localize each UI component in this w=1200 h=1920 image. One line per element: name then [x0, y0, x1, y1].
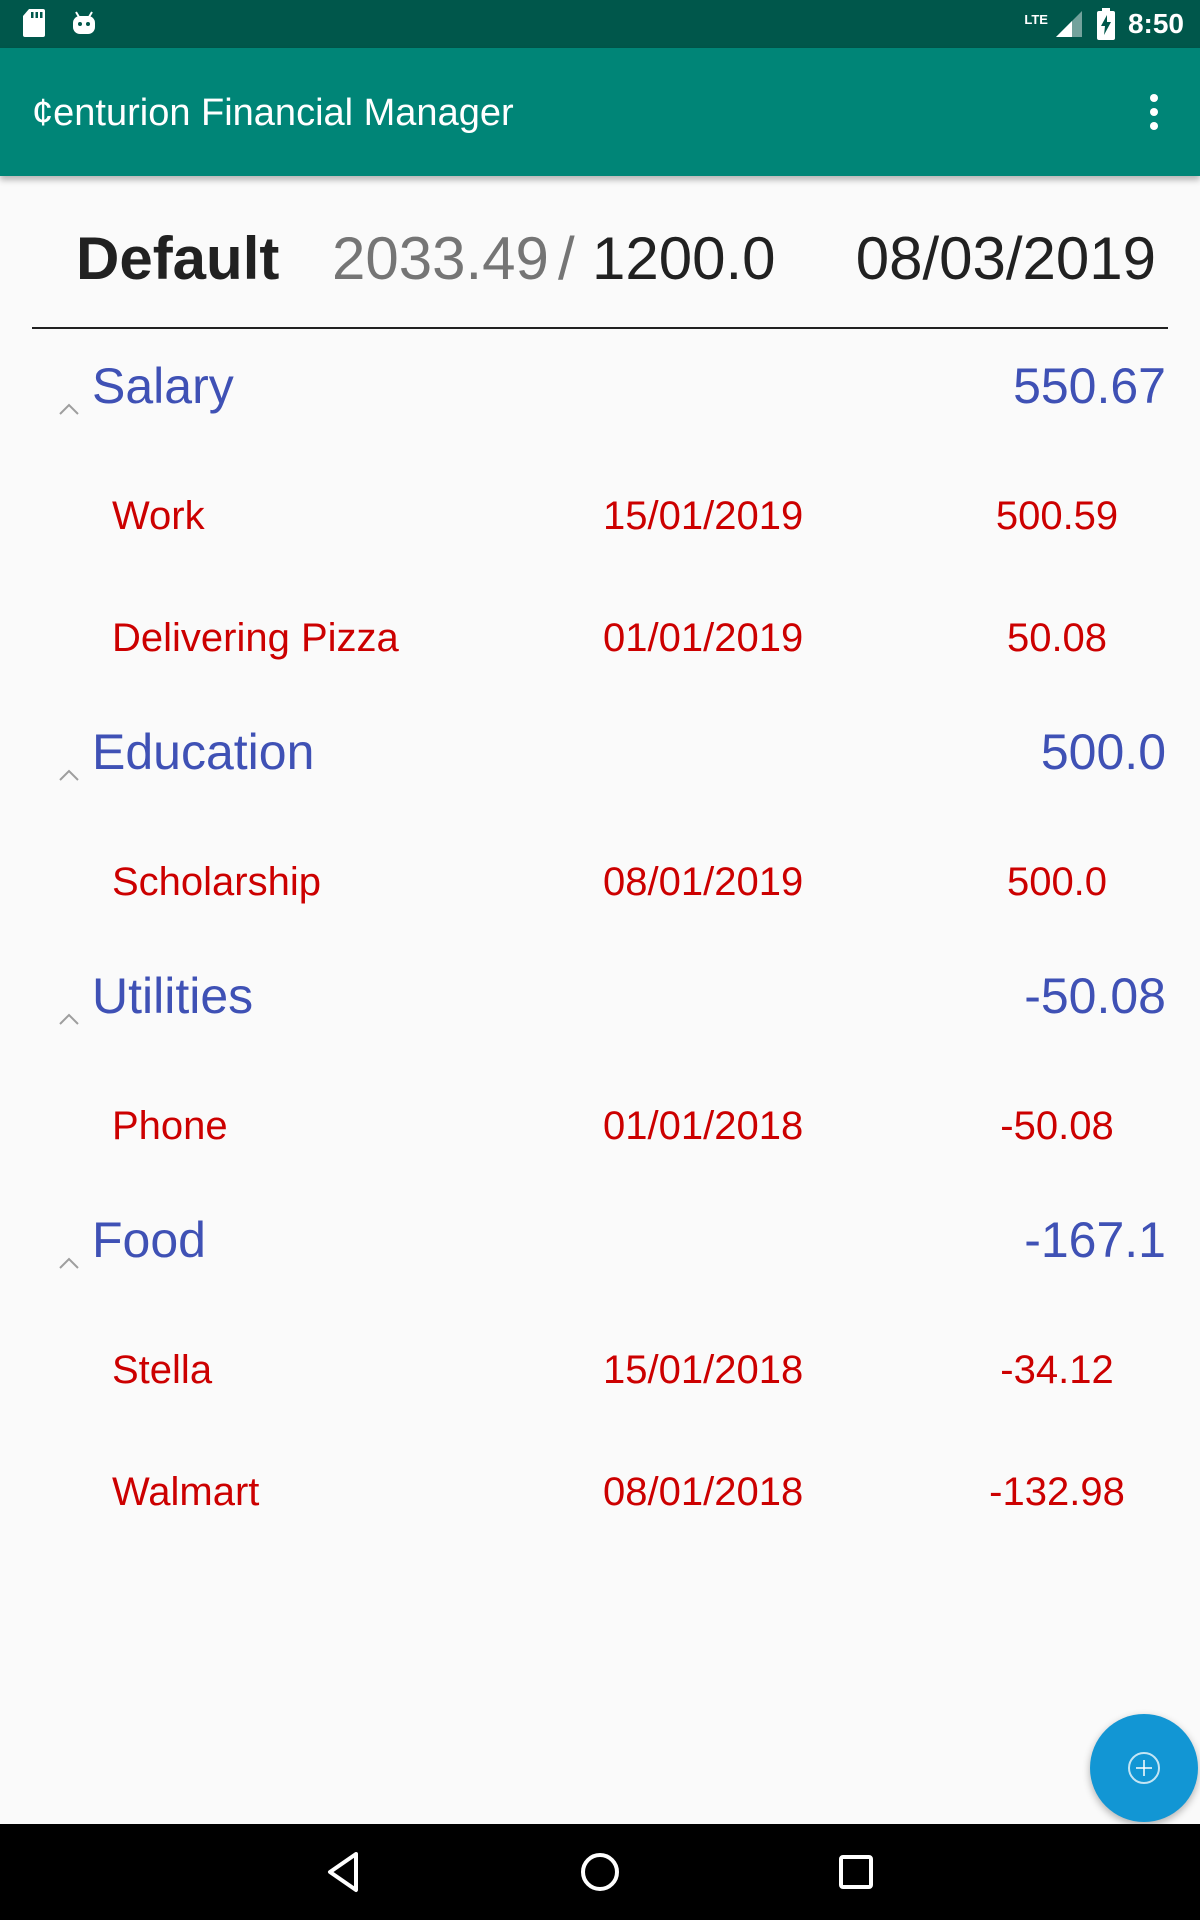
more-vert-icon[interactable] — [1148, 94, 1160, 130]
current-date[interactable]: 08/03/2019 — [856, 224, 1156, 294]
chevron-up-icon[interactable] — [58, 1252, 80, 1274]
transaction-amount: 500.0 — [1006, 860, 1108, 904]
back-icon[interactable] — [318, 1846, 370, 1898]
transaction-row[interactable]: Stella 15/01/2018 -34.12 — [0, 1316, 1200, 1438]
account-budget: 1200.0 — [592, 225, 776, 292]
category-total: -167.1 — [1024, 1212, 1166, 1268]
account-name[interactable]: Default — [76, 224, 279, 294]
transaction-amount: -50.08 — [1000, 1104, 1114, 1148]
transaction-amount: 50.08 — [1006, 616, 1108, 660]
transaction-date: 08/01/2018 — [603, 1470, 804, 1514]
clock: 8:50 — [1127, 8, 1184, 39]
category-total: 550.67 — [1013, 358, 1166, 414]
category-row-utilities[interactable]: Utilities -50.08 — [0, 950, 1200, 1050]
sd-card-icon — [23, 9, 45, 37]
transaction-row[interactable]: Work 15/01/2019 500.59 — [0, 462, 1200, 584]
account-summary: Default 2033.49 / 1200.0 08/03/2019 — [0, 220, 1200, 300]
balance-separator: / — [558, 225, 575, 292]
chevron-up-icon[interactable] — [58, 398, 80, 420]
transaction-date: 01/01/2018 — [603, 1104, 804, 1148]
category-name: Salary — [92, 358, 234, 414]
category-total: -50.08 — [1024, 968, 1166, 1024]
account-balance: 2033.49 — [332, 225, 549, 292]
transaction-row[interactable]: Walmart 08/01/2018 -132.98 — [0, 1438, 1200, 1560]
transaction-row[interactable]: Scholarship 08/01/2019 500.0 — [0, 828, 1200, 950]
category-row-education[interactable]: Education 500.0 — [0, 706, 1200, 806]
recents-icon[interactable] — [830, 1846, 882, 1898]
network-type-label: LTE — [1024, 11, 1048, 27]
transaction-date: 15/01/2019 — [603, 494, 804, 538]
status-bar: LTE 8:50 — [0, 0, 1200, 48]
transaction-date: 01/01/2019 — [603, 616, 804, 660]
add-transaction-button[interactable] — [1090, 1714, 1198, 1822]
transaction-name: Delivering Pizza — [112, 616, 399, 660]
transaction-name: Work — [112, 494, 205, 538]
app-bar: ¢enturion Financial Manager — [0, 48, 1200, 176]
category-name: Education — [92, 724, 315, 780]
category-name: Utilities — [92, 968, 254, 1024]
transaction-name: Walmart — [112, 1470, 260, 1514]
chevron-up-icon[interactable] — [58, 1008, 80, 1030]
category-name: Food — [92, 1212, 206, 1268]
home-icon[interactable] — [574, 1846, 626, 1898]
transaction-name: Stella — [112, 1348, 213, 1392]
add-circle-icon — [1128, 1752, 1160, 1784]
transaction-name: Scholarship — [112, 860, 322, 904]
app-title: ¢enturion Financial Manager — [32, 92, 514, 134]
chevron-up-icon[interactable] — [58, 764, 80, 786]
transaction-amount: 500.59 — [995, 494, 1119, 538]
transaction-date: 08/01/2019 — [603, 860, 804, 904]
category-list: Salary 550.67 Work 15/01/2019 500.59 Del… — [0, 340, 1200, 1560]
transaction-amount: -132.98 — [989, 1470, 1125, 1514]
transaction-date: 15/01/2018 — [603, 1348, 804, 1392]
category-row-food[interactable]: Food -167.1 — [0, 1194, 1200, 1294]
summary-divider — [32, 327, 1168, 329]
battery-charging-icon — [1096, 8, 1115, 40]
category-row-salary[interactable]: Salary 550.67 — [0, 340, 1200, 440]
category-total: 500.0 — [1040, 724, 1166, 780]
transaction-row[interactable]: Delivering Pizza 01/01/2019 50.08 — [0, 584, 1200, 706]
transaction-row[interactable]: Phone 01/01/2018 -50.08 — [0, 1072, 1200, 1194]
signal-icon — [1055, 11, 1082, 37]
android-icon — [73, 11, 95, 34]
navigation-bar — [0, 1824, 1200, 1920]
transaction-amount: -34.12 — [1000, 1348, 1114, 1392]
transaction-name: Phone — [112, 1104, 228, 1148]
